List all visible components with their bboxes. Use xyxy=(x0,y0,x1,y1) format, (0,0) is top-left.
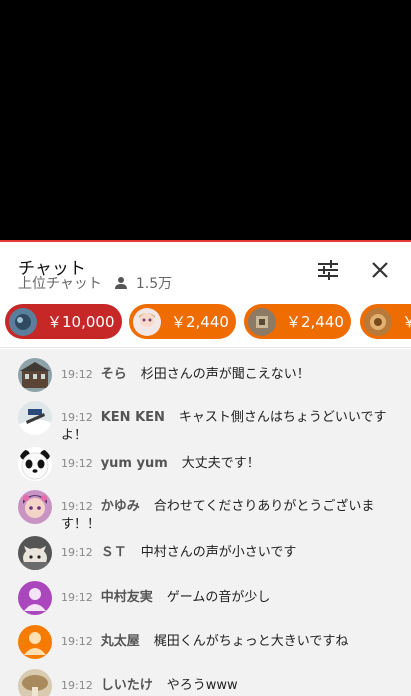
super-chat-chip[interactable]: ￥ xyxy=(360,304,411,339)
avatar xyxy=(18,625,52,659)
message-author: KEN KEN xyxy=(100,410,165,425)
message-text: ゲームの音が少し xyxy=(166,590,271,605)
avatar xyxy=(18,447,52,481)
chat-header: チャット 上位チャット 1.5万 xyxy=(0,242,411,296)
message-author: 中村友実 xyxy=(100,590,153,605)
avatar xyxy=(18,490,52,524)
avatar xyxy=(364,307,392,336)
chat-mode-selector[interactable]: 上位チャット 1.5万 xyxy=(18,273,172,293)
message-text: 杉田さんの声が聞こえない！ xyxy=(140,367,310,382)
avatar xyxy=(18,536,52,570)
message-time: 19:12 xyxy=(61,457,93,470)
close-button[interactable] xyxy=(368,260,392,284)
message-author: そら xyxy=(100,367,127,382)
message-time: 19:12 xyxy=(61,591,93,604)
chat-message-list[interactable]: 19:12 そら 杉田さんの声が聞こえない！ 19:12 KEN KEN キャスト側さん… xyxy=(0,349,411,696)
message-time: 19:12 xyxy=(61,635,93,648)
close-icon xyxy=(371,261,389,283)
avatar xyxy=(248,307,276,336)
avatar xyxy=(18,669,52,696)
message-time: 19:12 xyxy=(61,500,93,513)
super-chat-amount: ￥2,440 xyxy=(286,313,344,331)
video-player[interactable] xyxy=(0,0,411,240)
message-text: やろうwww xyxy=(166,678,238,693)
message-time: 19:12 xyxy=(61,368,93,381)
message-author: 丸太屋 xyxy=(100,634,140,649)
message-author: しいたけ xyxy=(100,678,153,693)
avatar xyxy=(9,307,37,336)
message-text: 中村さんの声が小さいです xyxy=(140,545,297,560)
message-author: かゆみ xyxy=(100,499,140,514)
message-time: 19:12 xyxy=(61,679,93,692)
super-chat-chip[interactable]: ￥2,440 xyxy=(244,304,351,339)
avatar xyxy=(18,401,52,435)
message-time: 19:12 xyxy=(61,546,93,559)
tune-icon xyxy=(317,260,339,284)
avatar xyxy=(18,358,52,392)
message-text: 梶田くんがちょっと大きいですね xyxy=(153,634,349,649)
super-chat-amount: ￥ xyxy=(402,311,411,332)
message-text: 大丈夫です！ xyxy=(181,456,260,471)
person-icon xyxy=(114,276,128,290)
super-chat-chip[interactable]: ￥10,000 xyxy=(5,304,122,339)
message-time: 19:12 xyxy=(61,411,93,424)
super-chat-amount: ￥10,000 xyxy=(47,313,115,331)
super-chat-ticker: ￥10,000 ￥2,440 ￥2,440 ￥ xyxy=(0,296,411,348)
super-chat-chip[interactable]: ￥2,440 xyxy=(129,304,236,339)
viewer-count: 1.5万 xyxy=(135,276,173,292)
filter-button[interactable] xyxy=(316,260,340,284)
message-author: ＳＴ xyxy=(100,545,127,560)
super-chat-amount: ￥2,440 xyxy=(171,313,229,331)
avatar xyxy=(133,307,161,336)
avatar xyxy=(18,581,52,615)
chat-mode-label: 上位チャット xyxy=(18,276,102,292)
message-author: yum yum xyxy=(100,456,168,471)
